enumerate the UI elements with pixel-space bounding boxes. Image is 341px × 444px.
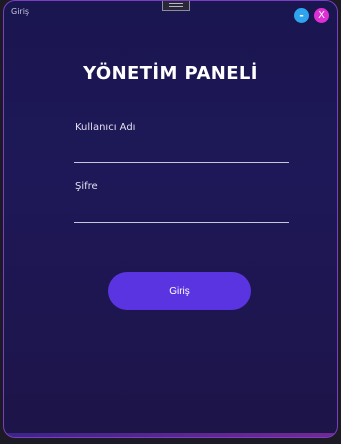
window-title: Giriş: [11, 7, 30, 16]
login-button[interactable]: Giriş: [108, 272, 251, 310]
page-title: YÖNETİM PANELİ: [83, 63, 258, 84]
close-button[interactable]: X: [314, 8, 329, 23]
username-label: Kullanıcı Adı: [75, 122, 136, 133]
password-label: Şifre: [75, 181, 98, 192]
drag-handle-line: [169, 6, 183, 7]
password-field[interactable]: [74, 202, 289, 223]
login-window: Giriş - X YÖNETİM PANELİ Kullanıcı Adı Ş…: [3, 0, 338, 438]
minimize-button[interactable]: -: [294, 8, 309, 23]
username-field[interactable]: [74, 142, 289, 163]
drag-handle-line: [169, 3, 183, 4]
drag-handle-icon[interactable]: [162, 1, 190, 11]
